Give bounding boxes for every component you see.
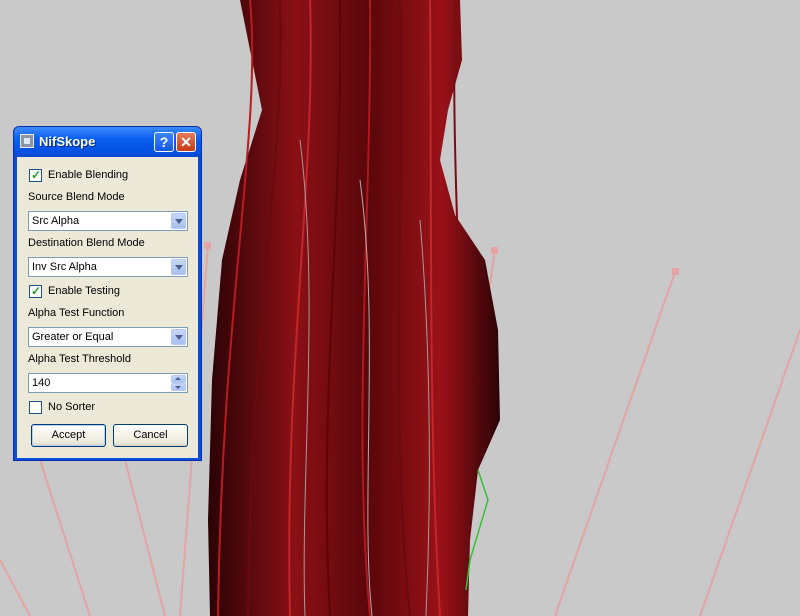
enable-testing-checkbox[interactable] (29, 284, 42, 298)
guide-handle (491, 247, 498, 254)
nifskope-app-icon (20, 134, 34, 148)
no-sorter-checkbox[interactable] (29, 401, 42, 414)
no-sorter-label: No Sorter (48, 401, 96, 413)
spin-up-icon[interactable] (171, 375, 186, 383)
alpha-test-function-select[interactable]: Greater or Equal (28, 327, 188, 347)
enable-blending-checkbox[interactable] (29, 168, 42, 182)
destination-blend-mode-select[interactable]: Inv Src Alpha (28, 257, 188, 277)
alpha-test-function-value: Greater or Equal (32, 331, 114, 343)
alpha-test-threshold-label: Alpha Test Threshold (28, 353, 131, 365)
close-icon[interactable]: ✕ (176, 132, 196, 152)
chevron-down-icon[interactable] (171, 213, 186, 229)
source-blend-mode-label: Source Blend Mode (28, 191, 125, 203)
nifskope-dialog: NifSkope ? ✕ Enable Blending Source Blen… (13, 126, 202, 461)
alpha-test-threshold-value: 140 (32, 377, 51, 389)
accept-button[interactable]: Accept (31, 424, 106, 447)
alpha-test-threshold-spinbox[interactable]: 140 (28, 373, 188, 393)
guide-handle (204, 242, 211, 249)
guide-handle (672, 268, 679, 275)
enable-testing-label: Enable Testing (48, 285, 120, 297)
chevron-down-icon[interactable] (171, 259, 186, 275)
source-blend-mode-value: Src Alpha (32, 215, 80, 227)
destination-blend-mode-value: Inv Src Alpha (32, 261, 97, 273)
destination-blend-mode-label: Destination Blend Mode (28, 237, 145, 249)
dialog-title: NifSkope (39, 134, 96, 149)
alpha-test-function-label: Alpha Test Function (28, 307, 125, 319)
chevron-down-icon[interactable] (171, 329, 186, 345)
dialog-body: Enable Blending Source Blend Mode Src Al… (17, 157, 198, 458)
title-bar[interactable]: NifSkope ? ✕ (14, 127, 201, 157)
source-blend-mode-select[interactable]: Src Alpha (28, 211, 188, 231)
spin-down-icon[interactable] (171, 383, 186, 391)
enable-blending-label: Enable Blending (48, 169, 129, 181)
cancel-button[interactable]: Cancel (113, 424, 188, 447)
help-icon[interactable]: ? (154, 132, 174, 152)
